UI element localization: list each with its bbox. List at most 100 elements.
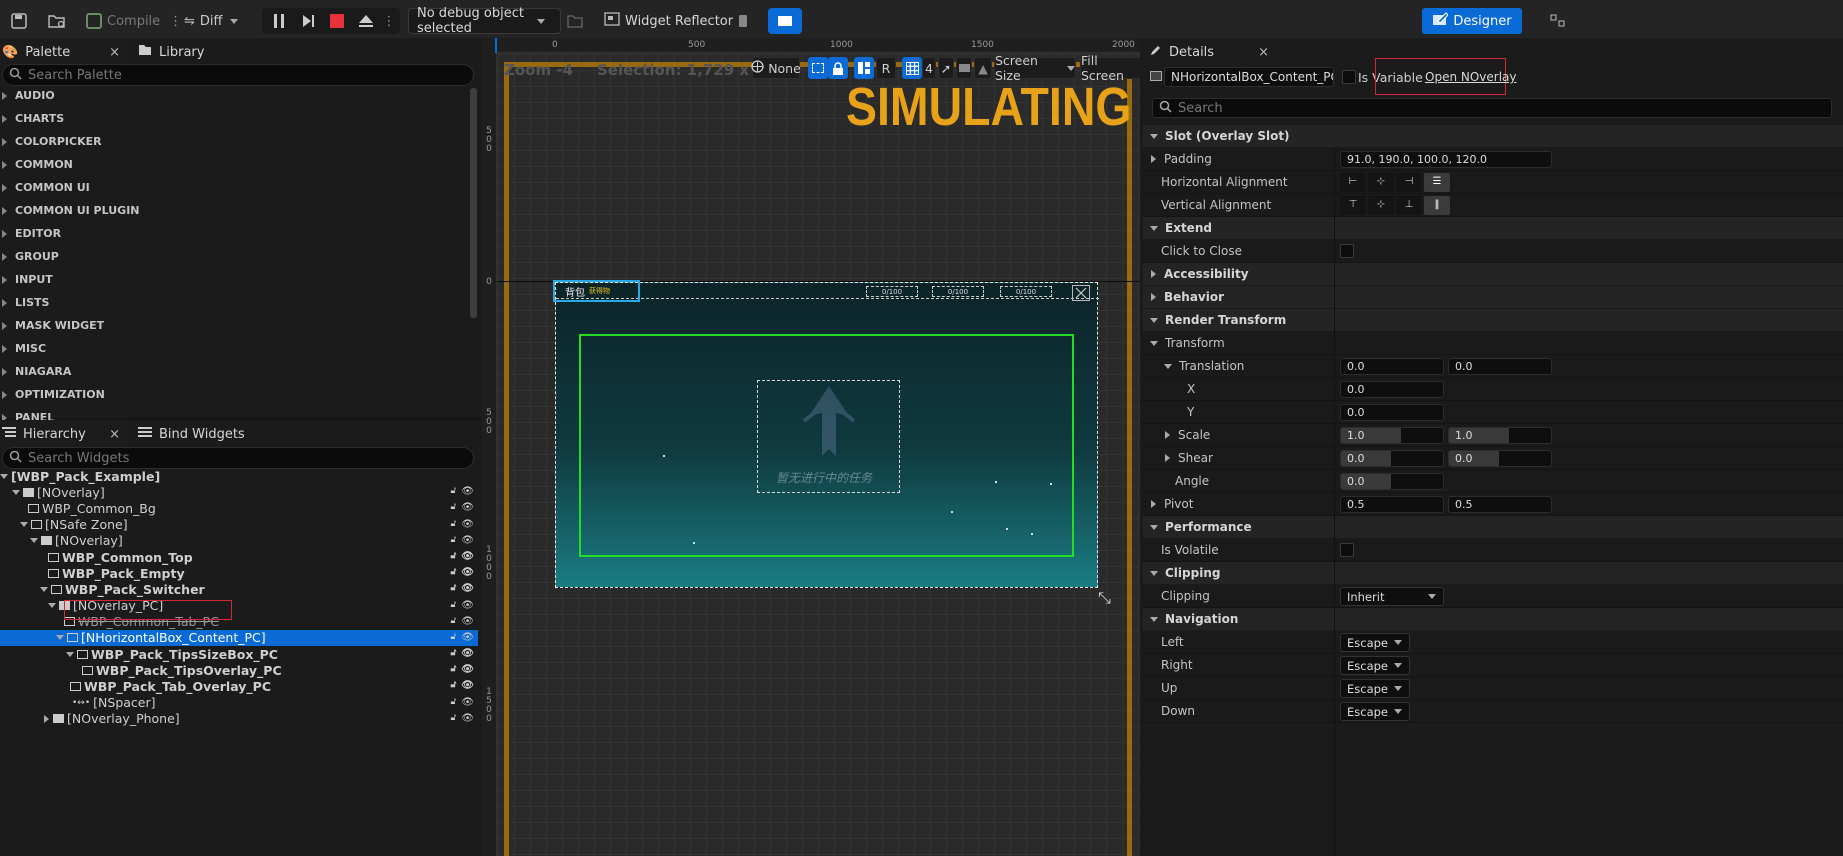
localization-preview-dropdown[interactable]: None (751, 57, 801, 79)
palette-category-item[interactable]: LISTS (0, 291, 470, 314)
hierarchy-item[interactable]: [NSafe Zone] 🔓︎ 👁︎ (0, 517, 478, 533)
lock-icon[interactable]: 🔓︎ (450, 486, 456, 497)
hierarchy-item[interactable]: [NHorizontalBox_Content_PC] 🔓︎ 👁︎ (0, 629, 478, 647)
hierarchy-item[interactable]: WBP_Pack_Tab_Overlay_PC 🔓︎ 👁︎ (0, 678, 478, 694)
compile-button[interactable]: Compile ⋮ (86, 8, 182, 34)
eye-icon[interactable]: 👁︎ (461, 486, 474, 497)
close-icon[interactable]: × (109, 45, 120, 60)
shear-x-slider[interactable]: 0.0 (1340, 450, 1444, 467)
eye-icon[interactable]: 👁︎ (461, 713, 474, 724)
align-right-button[interactable]: ⊣ (1396, 173, 1422, 192)
transform-mode-button[interactable] (808, 57, 828, 79)
lock-icon[interactable]: 🔓︎ (450, 551, 456, 562)
translation-x-field[interactable]: 0.0 (1340, 358, 1444, 375)
expand-arrow-icon[interactable] (1151, 500, 1156, 508)
hierarchy-item[interactable]: WBP_Common_Bg 🔓︎ 👁︎ (0, 500, 478, 516)
section-render-transform[interactable]: Render Transform (1143, 309, 1843, 332)
palette-category-item[interactable]: OPTIMIZATION (0, 383, 470, 406)
expand-arrow-icon[interactable] (1151, 155, 1156, 163)
lock-icon[interactable]: 🔓︎ (450, 600, 456, 611)
lock-icon[interactable]: 🔓︎ (450, 648, 456, 659)
palette-category-item[interactable]: MISC (0, 337, 470, 360)
tab-hierarchy[interactable]: Hierarchy × (0, 420, 126, 448)
eye-icon[interactable]: 👁︎ (461, 697, 474, 708)
section-performance[interactable]: Performance (1143, 516, 1843, 539)
debug-object-dropdown[interactable]: No debug object selected (408, 6, 561, 36)
tips-size-box[interactable]: 暂无进行中的任务 (757, 380, 900, 493)
section-navigation[interactable]: Navigation (1143, 608, 1843, 631)
lock-icon[interactable]: 🔓︎ (450, 535, 456, 546)
palette-category-item[interactable]: INPUT (0, 268, 470, 291)
collapse-arrow-icon[interactable] (1150, 340, 1158, 346)
nav-down-dropdown[interactable]: Escape (1340, 702, 1410, 721)
widget-name-field[interactable]: NHorizontalBox_Content_PC (1164, 67, 1334, 87)
y-field[interactable]: 0.0 (1340, 404, 1444, 421)
expand-arrow-icon[interactable] (44, 714, 49, 723)
palette-category-item[interactable]: COMMON (0, 153, 470, 176)
palette-category-item[interactable]: COMMON UI (0, 176, 470, 199)
hierarchy-item[interactable]: WBP_Pack_Empty 🔓︎ 👁︎ (0, 565, 478, 581)
lock-icon[interactable]: 🔓︎ (450, 713, 456, 724)
widget-preview[interactable]: 背包 获得物 0/100 0/100 0/100 暂无进行中的任务 (553, 280, 1099, 588)
align-vfill-button[interactable]: ‖ (1424, 196, 1450, 215)
tab-bind-widgets[interactable]: Bind Widgets (136, 420, 256, 448)
clipping-dropdown[interactable]: Inherit (1340, 587, 1444, 606)
debug-browse-button[interactable] (566, 8, 584, 34)
collapse-arrow-icon[interactable] (12, 489, 20, 495)
diff-button[interactable]: ⇋ Diff (184, 8, 240, 34)
hierarchy-item[interactable]: [WBP_Pack_Example] (0, 468, 478, 484)
scale-x-slider[interactable]: 1.0 (1340, 427, 1444, 444)
palette-category-item[interactable]: COMMON UI PLUGIN (0, 199, 470, 222)
play-options-button[interactable]: ⋮ (382, 8, 396, 34)
close-icon[interactable]: × (109, 427, 120, 442)
graph-mode-button[interactable] (1545, 8, 1571, 34)
align-fill-button[interactable]: ☰ (1424, 173, 1450, 192)
padding-field[interactable]: 91.0, 190.0, 100.0, 120.0 (1340, 151, 1552, 168)
palette-search-input[interactable]: Search Palette (2, 64, 474, 86)
palette-category-item[interactable]: AUDIO (0, 84, 470, 107)
eye-icon[interactable]: 👁︎ (461, 680, 474, 691)
collapse-arrow-icon[interactable] (0, 473, 8, 479)
hierarchy-item[interactable]: WBP_Pack_TipsOverlay_PC 🔓︎ 👁︎ (0, 662, 478, 678)
click-to-close-checkbox[interactable] (1340, 244, 1354, 258)
eye-icon[interactable]: 👁︎ (461, 502, 474, 513)
backpack-tab[interactable]: 背包 获得物 (553, 280, 640, 302)
lock-button[interactable] (828, 57, 848, 79)
collapse-arrow-icon[interactable] (30, 538, 38, 544)
collapse-arrow-icon[interactable] (48, 603, 56, 609)
lock-icon[interactable]: 🔓︎ (450, 632, 456, 643)
align-middle-button[interactable]: ⊹ (1368, 196, 1394, 215)
eye-icon[interactable]: 👁︎ (461, 664, 474, 675)
eye-icon[interactable]: 👁︎ (461, 648, 474, 659)
tab-library[interactable]: Library (134, 38, 254, 66)
align-center-button[interactable]: ⊹ (1368, 173, 1394, 192)
eye-icon[interactable]: 👁︎ (461, 567, 474, 578)
lock-icon[interactable]: 🔓︎ (450, 697, 456, 708)
save-button[interactable] (6, 8, 32, 34)
lock-icon[interactable]: 🔓︎ (450, 519, 456, 530)
collapse-arrow-icon[interactable] (1164, 363, 1172, 369)
hierarchy-item[interactable]: [NOverlay] 🔓︎ 👁︎ (0, 484, 478, 500)
section-extend[interactable]: Extend (1143, 217, 1843, 240)
collapse-arrow-icon[interactable] (56, 635, 64, 641)
tab-palette[interactable]: 🎨 Palette × (0, 38, 126, 66)
phone-view-button[interactable] (730, 8, 756, 34)
scale-y-slider[interactable]: 1.0 (1448, 427, 1552, 444)
expand-arrow-icon[interactable] (1165, 431, 1170, 439)
x-field[interactable]: 0.0 (1340, 381, 1444, 398)
designer-button[interactable]: Designer (1422, 8, 1522, 34)
eye-icon[interactable]: 👁︎ (461, 632, 474, 643)
eject-button[interactable] (353, 8, 379, 34)
desktop-view-button[interactable] (768, 8, 802, 34)
palette-category-item[interactable]: COLORPICKER (0, 130, 470, 153)
align-bottom-button[interactable]: ⊥ (1396, 196, 1422, 215)
section-accessibility[interactable]: Accessibility (1143, 263, 1843, 286)
nav-right-dropdown[interactable]: Escape (1340, 656, 1410, 675)
close-icon[interactable]: × (1258, 45, 1269, 60)
hierarchy-item[interactable]: WBP_Pack_Switcher 🔓︎ 👁︎ (0, 581, 478, 597)
pivot-x-field[interactable]: 0.5 (1340, 496, 1444, 513)
content-horizontal-box[interactable]: 暂无进行中的任务 (579, 334, 1074, 557)
designer-canvas[interactable]: 0 500 1000 1500 2000 500 0 500 1000 1500… (482, 38, 1140, 856)
widget-reflector-button[interactable]: Widget Reflector (596, 8, 741, 34)
align-left-button[interactable]: ⊢ (1340, 173, 1366, 192)
